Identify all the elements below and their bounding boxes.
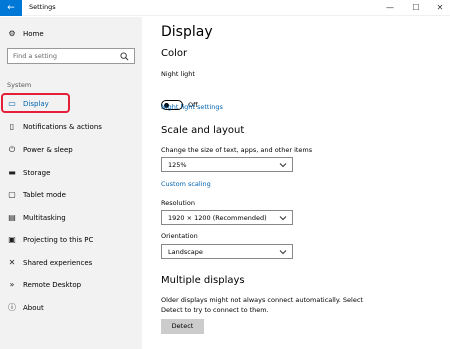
close-button[interactable]: ✕ xyxy=(428,0,450,16)
title-bar: ← Settings — ☐ ✕ xyxy=(0,0,450,16)
back-arrow-icon: ← xyxy=(7,3,15,13)
resolution-label: Resolution xyxy=(161,199,195,207)
sidebar-item-shared-experiences[interactable]: ✕ Shared experiences xyxy=(0,253,142,273)
power-icon: ⏻ xyxy=(8,145,16,154)
back-button[interactable]: ← xyxy=(0,0,22,16)
sidebar-item-label: Storage xyxy=(23,169,51,177)
chevron-down-icon xyxy=(279,216,287,221)
about-icon: ⓘ xyxy=(8,303,16,312)
projecting-icon: ▣ xyxy=(8,235,16,244)
orientation-value: Landscape xyxy=(168,248,203,256)
maximize-icon: ☐ xyxy=(412,3,420,12)
section-label-system: System xyxy=(7,81,32,89)
multiple-displays-description: Older displays might not always connect … xyxy=(161,296,363,314)
sidebar-item-projecting[interactable]: ▣ Projecting to this PC xyxy=(0,230,142,250)
multiple-displays-heading: Multiple displays xyxy=(161,275,245,286)
search-placeholder: Find a setting xyxy=(13,52,57,60)
sidebar-item-label: Tablet mode xyxy=(23,191,66,199)
storage-icon: ▬ xyxy=(8,168,16,177)
resolution-dropdown[interactable]: 1920 × 1200 (Recommended) xyxy=(161,210,293,225)
sidebar-item-about[interactable]: ⓘ About xyxy=(0,298,142,318)
sidebar-item-label: Remote Desktop xyxy=(23,281,82,289)
display-highlight-annotation xyxy=(1,93,70,113)
sidebar-item-label: Projecting to this PC xyxy=(23,236,94,244)
sidebar-item-tablet-mode[interactable]: ▢ Tablet mode xyxy=(0,185,142,205)
main-content: Display Color Night light Off Night ligh… xyxy=(142,17,450,349)
custom-scaling-link[interactable]: Custom scaling xyxy=(161,180,211,188)
night-light-settings-link[interactable]: Night light settings xyxy=(161,103,223,111)
page-title: Display xyxy=(161,24,213,40)
minimize-icon: — xyxy=(386,3,394,12)
scale-layout-heading: Scale and layout xyxy=(161,125,245,136)
sidebar-item-remote-desktop[interactable]: » Remote Desktop xyxy=(0,275,142,295)
search-input[interactable]: Find a setting xyxy=(7,48,135,64)
orientation-label: Orientation xyxy=(161,232,198,240)
sidebar-item-label: Shared experiences xyxy=(23,259,93,267)
maximize-button[interactable]: ☐ xyxy=(404,0,428,16)
multitasking-icon: ▤ xyxy=(8,213,16,222)
detect-button[interactable]: Detect xyxy=(161,319,204,334)
night-light-label: Night light xyxy=(161,70,195,78)
sidebar-item-label: Home xyxy=(23,30,44,38)
orientation-dropdown[interactable]: Landscape xyxy=(161,244,293,259)
window-title: Settings xyxy=(29,3,56,11)
sidebar-item-label: About xyxy=(23,304,44,312)
chevron-down-icon xyxy=(279,163,287,168)
scale-label: Change the size of text, apps, and other… xyxy=(161,146,313,154)
notifications-icon: ▯ xyxy=(9,122,15,131)
scale-dropdown[interactable]: 125% xyxy=(161,157,293,172)
color-heading: Color xyxy=(161,48,188,59)
chevron-down-icon xyxy=(279,250,287,255)
close-icon: ✕ xyxy=(436,3,444,12)
sidebar-item-home[interactable]: ⚙ Home xyxy=(0,24,142,44)
tablet-icon: ▢ xyxy=(8,190,16,199)
sidebar-item-notifications[interactable]: ▯ Notifications & actions xyxy=(0,117,142,137)
scale-value: 125% xyxy=(168,161,187,169)
sidebar: ⚙ Home Find a setting System ▭ Display ▯… xyxy=(0,17,142,349)
sidebar-item-storage[interactable]: ▬ Storage xyxy=(0,163,142,183)
sidebar-item-label: Power & sleep xyxy=(23,146,73,154)
remote-desktop-icon: » xyxy=(9,280,15,289)
minimize-button[interactable]: — xyxy=(378,0,402,16)
sidebar-item-power-sleep[interactable]: ⏻ Power & sleep xyxy=(0,140,142,160)
sidebar-item-multitasking[interactable]: ▤ Multitasking xyxy=(0,208,142,228)
search-icon xyxy=(120,52,129,61)
resolution-value: 1920 × 1200 (Recommended) xyxy=(168,214,267,222)
shared-experiences-icon: ✕ xyxy=(8,258,16,267)
sidebar-item-label: Notifications & actions xyxy=(23,123,102,131)
gear-icon: ⚙ xyxy=(8,29,16,38)
sidebar-item-label: Multitasking xyxy=(23,214,66,222)
